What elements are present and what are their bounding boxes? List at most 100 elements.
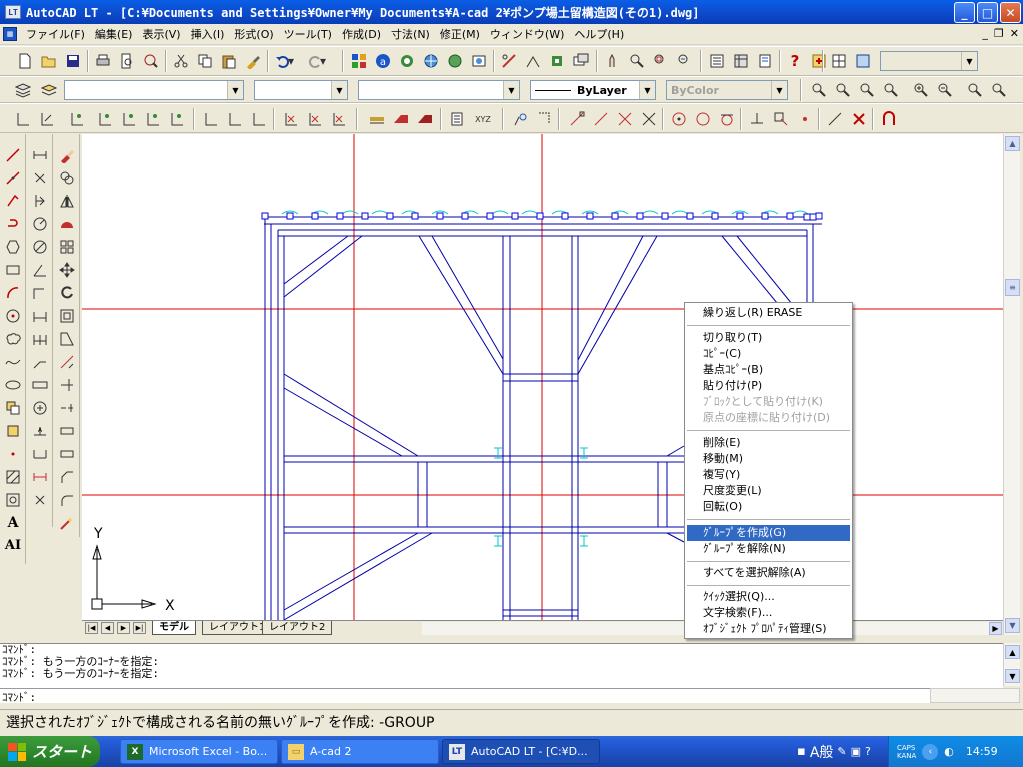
insert-block-icon[interactable] (2, 397, 24, 419)
taskbar-item-excel[interactable]: X Microsoft Excel - Bo... (120, 739, 278, 764)
osnap-tangent-icon[interactable] (716, 108, 738, 130)
taskbar-item-folder[interactable]: ▭ A-cad 2 (281, 739, 439, 764)
array-icon[interactable] (56, 236, 78, 258)
open-icon[interactable] (38, 50, 60, 72)
center-mark-icon[interactable] (29, 397, 51, 419)
linetype-combo[interactable]: ByLayer ▼ (530, 80, 656, 100)
osnap-none-icon[interactable] (848, 108, 870, 130)
command-window[interactable]: ｺﾏﾝﾄﾞ: ｺﾏﾝﾄﾞ: もう一方のｺｰﾅｰを指定: ｺﾏﾝﾄﾞ: もう一方の… (0, 643, 1003, 704)
new-icon[interactable] (14, 50, 36, 72)
undo-dropdown-icon[interactable]: ▾ (286, 50, 296, 72)
command-input-line[interactable]: ｺﾏﾝﾄﾞ: (0, 688, 1003, 704)
layer-manager-icon[interactable] (12, 79, 34, 101)
ucs-y-icon[interactable] (304, 108, 326, 130)
scroll-thumb[interactable]: ≡ (1005, 279, 1020, 296)
tray-misc-icon[interactable]: ◐ (944, 745, 954, 758)
browse-icon[interactable] (444, 50, 466, 72)
dim-ordinate-side-icon[interactable] (29, 190, 51, 212)
ime-pad-icon[interactable]: ✎ (837, 745, 846, 758)
arc-icon[interactable] (2, 282, 24, 304)
osnap-temp-icon[interactable] (510, 108, 532, 130)
taskbar-item-autocad[interactable]: LT AutoCAD LT - [C:¥D... (442, 739, 600, 764)
rectangle-icon[interactable] (2, 259, 24, 281)
menu-modify[interactable]: 修正(M) (435, 24, 485, 45)
menu-copy-with-basepoint[interactable]: 基点ｺﾋﾟｰ(B) (687, 362, 850, 378)
trim-icon[interactable] (56, 351, 78, 373)
dim-diameter-side-icon[interactable] (29, 236, 51, 258)
construction-line-icon[interactable] (2, 167, 24, 189)
osnap-perpendicular-icon[interactable] (746, 108, 768, 130)
viewport-scale-combo[interactable]: ▼ (880, 51, 978, 71)
meet-now-icon[interactable] (396, 50, 418, 72)
start-button[interactable]: スタート (0, 736, 100, 767)
ime-indicator[interactable]: A般 (810, 742, 834, 762)
publish-icon[interactable] (140, 50, 162, 72)
hexagon-icon[interactable] (2, 236, 24, 258)
osnap-intersection-icon[interactable] (614, 108, 636, 130)
osnap-midpoint-icon[interactable] (590, 108, 612, 130)
today-icon[interactable]: a (372, 50, 394, 72)
drawing-vertical-scrollbar[interactable]: ▲ ≡ ▼ (1003, 134, 1020, 635)
single-viewport-icon[interactable] (852, 50, 874, 72)
join-icon[interactable] (56, 443, 78, 465)
layer-previous-icon[interactable] (38, 79, 60, 101)
zoom-all-icon[interactable] (964, 79, 986, 101)
menu-find[interactable]: 文字検索(F)... (687, 605, 850, 621)
dim-baseline-side-icon[interactable] (29, 305, 51, 327)
cmd-scroll-down-icon[interactable]: ▼ (1005, 669, 1020, 683)
match-properties-icon[interactable] (242, 50, 264, 72)
break-point-icon[interactable] (56, 397, 78, 419)
osnap-insert-icon[interactable] (770, 108, 792, 130)
toolpalette-icon[interactable] (754, 50, 776, 72)
mdi-close-button[interactable]: ✕ (1010, 27, 1019, 40)
dimstyle-icon[interactable] (390, 108, 412, 130)
dim-quick-icon[interactable] (29, 282, 51, 304)
publish-web-icon[interactable] (468, 50, 490, 72)
menu-copy[interactable]: ｺﾋﾟｰ(C) (687, 346, 850, 362)
tab-prev-icon[interactable]: ◀ (101, 622, 114, 634)
redo-dropdown-icon[interactable]: ▾ (318, 50, 328, 72)
menu-copy-object[interactable]: 複写(Y) (687, 467, 850, 483)
dim-radius-side-icon[interactable] (29, 213, 51, 235)
ellipse-icon[interactable] (2, 374, 24, 396)
plotstyle-combo[interactable]: ByColor ▼ (666, 80, 788, 100)
polygon-icon[interactable] (2, 213, 24, 235)
zoom-previous-icon[interactable] (674, 50, 696, 72)
viewports-icon[interactable] (828, 50, 850, 72)
zoom-scale-icon[interactable] (856, 79, 878, 101)
dim-update-icon[interactable] (29, 466, 51, 488)
menu-help[interactable]: ヘルプ(H) (569, 24, 629, 45)
explode-icon[interactable] (56, 512, 78, 534)
dim-diameter-icon[interactable] (118, 108, 140, 130)
menu-window[interactable]: ウィンドウ(W) (485, 24, 569, 45)
hatch-icon[interactable] (2, 466, 24, 488)
layer-combo[interactable]: ▼ (64, 80, 244, 100)
snap-icon[interactable] (498, 50, 520, 72)
revcloud-icon[interactable] (2, 328, 24, 350)
table-style-icon[interactable] (446, 108, 468, 130)
scale-icon[interactable] (56, 305, 78, 327)
dim-baseline-icon[interactable] (166, 108, 188, 130)
line-icon[interactable] (2, 144, 24, 166)
multiline-text-icon[interactable]: A (2, 512, 24, 534)
osnap-endpoint-icon[interactable] (566, 108, 588, 130)
layer-icon[interactable] (570, 50, 592, 72)
erase-icon[interactable] (56, 144, 78, 166)
point-icon[interactable] (2, 443, 24, 465)
menu-properties[interactable]: ｵﾌﾞｼﾞｪｸﾄ ﾌﾟﾛﾊﾟﾃｨ管理(S) (687, 621, 850, 637)
title-bar[interactable]: LT AutoCAD LT - [C:¥Documents and Settin… (0, 0, 1023, 24)
osnap-quadrant-icon[interactable] (692, 108, 714, 130)
tolerance-icon[interactable] (29, 374, 51, 396)
copy-icon[interactable] (194, 50, 216, 72)
menu-view[interactable]: 表示(V) (137, 24, 185, 45)
menu-move[interactable]: 移動(M) (687, 451, 850, 467)
network-icon[interactable]: ▪ (797, 744, 806, 759)
dim-linear-icon[interactable] (12, 108, 34, 130)
rotate-icon[interactable] (56, 282, 78, 304)
dim-style-side-icon[interactable] (29, 489, 51, 511)
polyline-icon[interactable] (2, 190, 24, 212)
tab-model[interactable]: モデル (152, 621, 196, 635)
pan-icon[interactable] (602, 50, 624, 72)
ime-tool-icon[interactable]: ▣ (851, 745, 861, 758)
ucs-z-rotate-icon[interactable] (328, 108, 350, 130)
